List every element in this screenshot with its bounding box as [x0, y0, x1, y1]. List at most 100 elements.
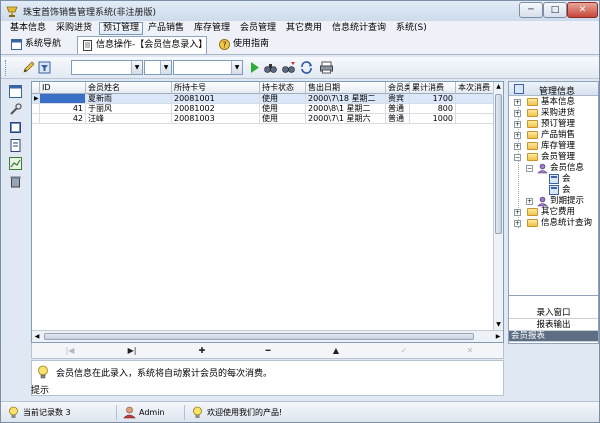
cell-date[interactable]: 2000\8\1 星期二 — [306, 104, 386, 114]
nav-post-button[interactable]: ✓ — [394, 345, 414, 357]
report-output-button[interactable]: 报表输出 — [509, 320, 598, 331]
scroll-thumb[interactable] — [495, 94, 502, 234]
scroll-thumb[interactable] — [44, 333, 474, 340]
cell-status[interactable]: 使用 — [260, 114, 306, 124]
filter-icon[interactable] — [37, 60, 52, 75]
field-combo[interactable]: ▼ — [71, 60, 143, 75]
cell-name[interactable]: 于丽风 — [86, 104, 172, 114]
expand-icon[interactable]: + — [514, 132, 521, 139]
column-header-total[interactable]: 累计消费 — [410, 82, 456, 94]
report-icon[interactable] — [9, 139, 22, 152]
cell-date[interactable]: 2000\7\18 星期二 — [306, 94, 386, 104]
cell-status[interactable]: 使用 — [260, 104, 306, 114]
binoculars-icon[interactable] — [263, 60, 278, 75]
member-report-button[interactable]: 会员报表 — [509, 331, 598, 342]
column-header-date[interactable]: 售出日期 — [306, 82, 386, 94]
tab-system-nav[interactable]: 系统导航 — [7, 36, 71, 54]
operator-combo[interactable]: ▼ — [144, 60, 172, 75]
form-icon — [549, 174, 559, 184]
cell-total[interactable]: 1000 — [410, 114, 456, 124]
column-header-card[interactable]: 所持卡号 — [172, 82, 260, 94]
scroll-right-icon[interactable]: ▶ — [493, 331, 503, 342]
table-row[interactable]: ▶ 夏新雨 20081001 使用 2000\7\18 星期二 贵宾 1700 — [32, 94, 494, 104]
column-header-name[interactable]: 会员姓名 — [86, 82, 172, 94]
column-header-status[interactable]: 持卡状态 — [260, 82, 306, 94]
cell-id[interactable]: 42 — [40, 114, 86, 124]
maximize-button[interactable]: □ — [543, 2, 567, 18]
grid-horizontal-scrollbar[interactable]: ◀ ▶ — [32, 330, 503, 342]
column-header-id[interactable]: ID — [40, 82, 86, 94]
value-combo[interactable]: ▼ — [173, 60, 243, 75]
tools-icon[interactable] — [9, 103, 22, 116]
expand-icon[interactable]: + — [514, 209, 521, 216]
column-header-current[interactable]: 本次消费 — [456, 82, 494, 94]
menu-member[interactable]: 会员管理 — [237, 22, 279, 35]
user-key-icon — [537, 163, 548, 174]
refresh-icon[interactable] — [299, 60, 314, 75]
cell-total[interactable]: 800 — [410, 104, 456, 114]
cell-type[interactable]: 贵宾 — [386, 94, 410, 104]
status-bar: 当前记录数 3 Admin 欢迎使用我们的产品! — [1, 401, 599, 422]
cell-status[interactable]: 使用 — [260, 94, 306, 104]
menu-statistics[interactable]: 信息统计查询 — [329, 22, 389, 35]
book-icon[interactable] — [9, 121, 22, 134]
status-user: Admin — [121, 405, 185, 420]
member-grid[interactable]: ID 会员姓名 所持卡号 持卡状态 售出日期 会员类 累计消费 本次消费 ▶ 夏… — [31, 81, 504, 343]
menu-sales[interactable]: 产品销售 — [145, 22, 187, 35]
close-button[interactable]: ✕ — [567, 2, 598, 18]
nav-edit-button[interactable]: ▲ — [326, 345, 346, 357]
menu-system[interactable]: 系统(S) — [393, 22, 430, 35]
nav-delete-button[interactable]: ━ — [258, 345, 278, 357]
find-next-icon[interactable] — [281, 60, 296, 75]
cell-card[interactable]: 20081003 — [172, 114, 260, 124]
expand-icon[interactable]: + — [514, 220, 521, 227]
cell-name[interactable]: 夏新雨 — [86, 94, 172, 104]
play-icon[interactable] — [247, 60, 262, 75]
status-records: 当前记录数 3 — [5, 405, 117, 420]
nav-first-button[interactable]: |◀ — [60, 345, 80, 357]
menu-booking[interactable]: 预订管理 — [99, 22, 144, 35]
expand-icon[interactable]: + — [514, 143, 521, 150]
cell-current[interactable] — [456, 104, 494, 114]
menu-inventory[interactable]: 库存管理 — [191, 22, 233, 35]
print-icon[interactable] — [319, 60, 334, 75]
scroll-up-icon[interactable]: ▲ — [494, 82, 503, 92]
table-row[interactable]: 42 汪峰 20081003 使用 2000\7\1 星期六 普通 1000 — [32, 114, 494, 124]
grid-vertical-scrollbar[interactable]: ▲ ▼ — [493, 82, 503, 330]
table-row[interactable]: 41 于丽风 20081002 使用 2000\8\1 星期二 普通 800 — [32, 104, 494, 114]
tab-guide[interactable]: ? 使用指南 — [215, 36, 277, 54]
entry-window-button[interactable]: 录入窗口 — [509, 308, 598, 319]
cell-id[interactable] — [40, 94, 86, 104]
expand-icon[interactable]: + — [514, 99, 521, 106]
minimize-button[interactable]: ─ — [519, 2, 543, 18]
nav-last-button[interactable]: ▶| — [122, 345, 142, 357]
nav-insert-button[interactable]: ✚ — [192, 345, 212, 357]
cell-current[interactable] — [456, 114, 494, 124]
expand-icon[interactable]: + — [514, 110, 521, 117]
menu-other-fees[interactable]: 其它费用 — [283, 22, 325, 35]
cell-type[interactable]: 普通 — [386, 104, 410, 114]
cell-card[interactable]: 20081002 — [172, 104, 260, 114]
scroll-left-icon[interactable]: ◀ — [32, 331, 42, 342]
menu-basic-info[interactable]: 基本信息 — [7, 22, 49, 35]
collapse-icon[interactable]: − — [514, 154, 521, 161]
tab-info-operation[interactable]: 信息操作-【会员信息录入】 — [77, 36, 207, 54]
scroll-down-icon[interactable]: ▼ — [494, 320, 503, 330]
collapse-icon[interactable]: − — [526, 165, 533, 172]
column-header-type[interactable]: 会员类 — [386, 82, 410, 94]
cell-name[interactable]: 汪峰 — [86, 114, 172, 124]
expand-icon[interactable]: + — [526, 198, 533, 205]
pencil-icon[interactable] — [21, 60, 36, 75]
chart-icon[interactable] — [9, 157, 22, 170]
nav-cancel-button[interactable]: ✕ — [460, 345, 480, 357]
cell-date[interactable]: 2000\7\1 星期六 — [306, 114, 386, 124]
expand-icon[interactable]: + — [514, 121, 521, 128]
cell-id[interactable]: 41 — [40, 104, 86, 114]
cell-type[interactable]: 普通 — [386, 114, 410, 124]
cell-card[interactable]: 20081001 — [172, 94, 260, 104]
cell-current[interactable] — [456, 94, 494, 104]
menu-purchase[interactable]: 采购进货 — [53, 22, 95, 35]
window-icon[interactable] — [9, 85, 22, 98]
cell-total[interactable]: 1700 — [410, 94, 456, 104]
trash-icon[interactable] — [9, 175, 22, 188]
